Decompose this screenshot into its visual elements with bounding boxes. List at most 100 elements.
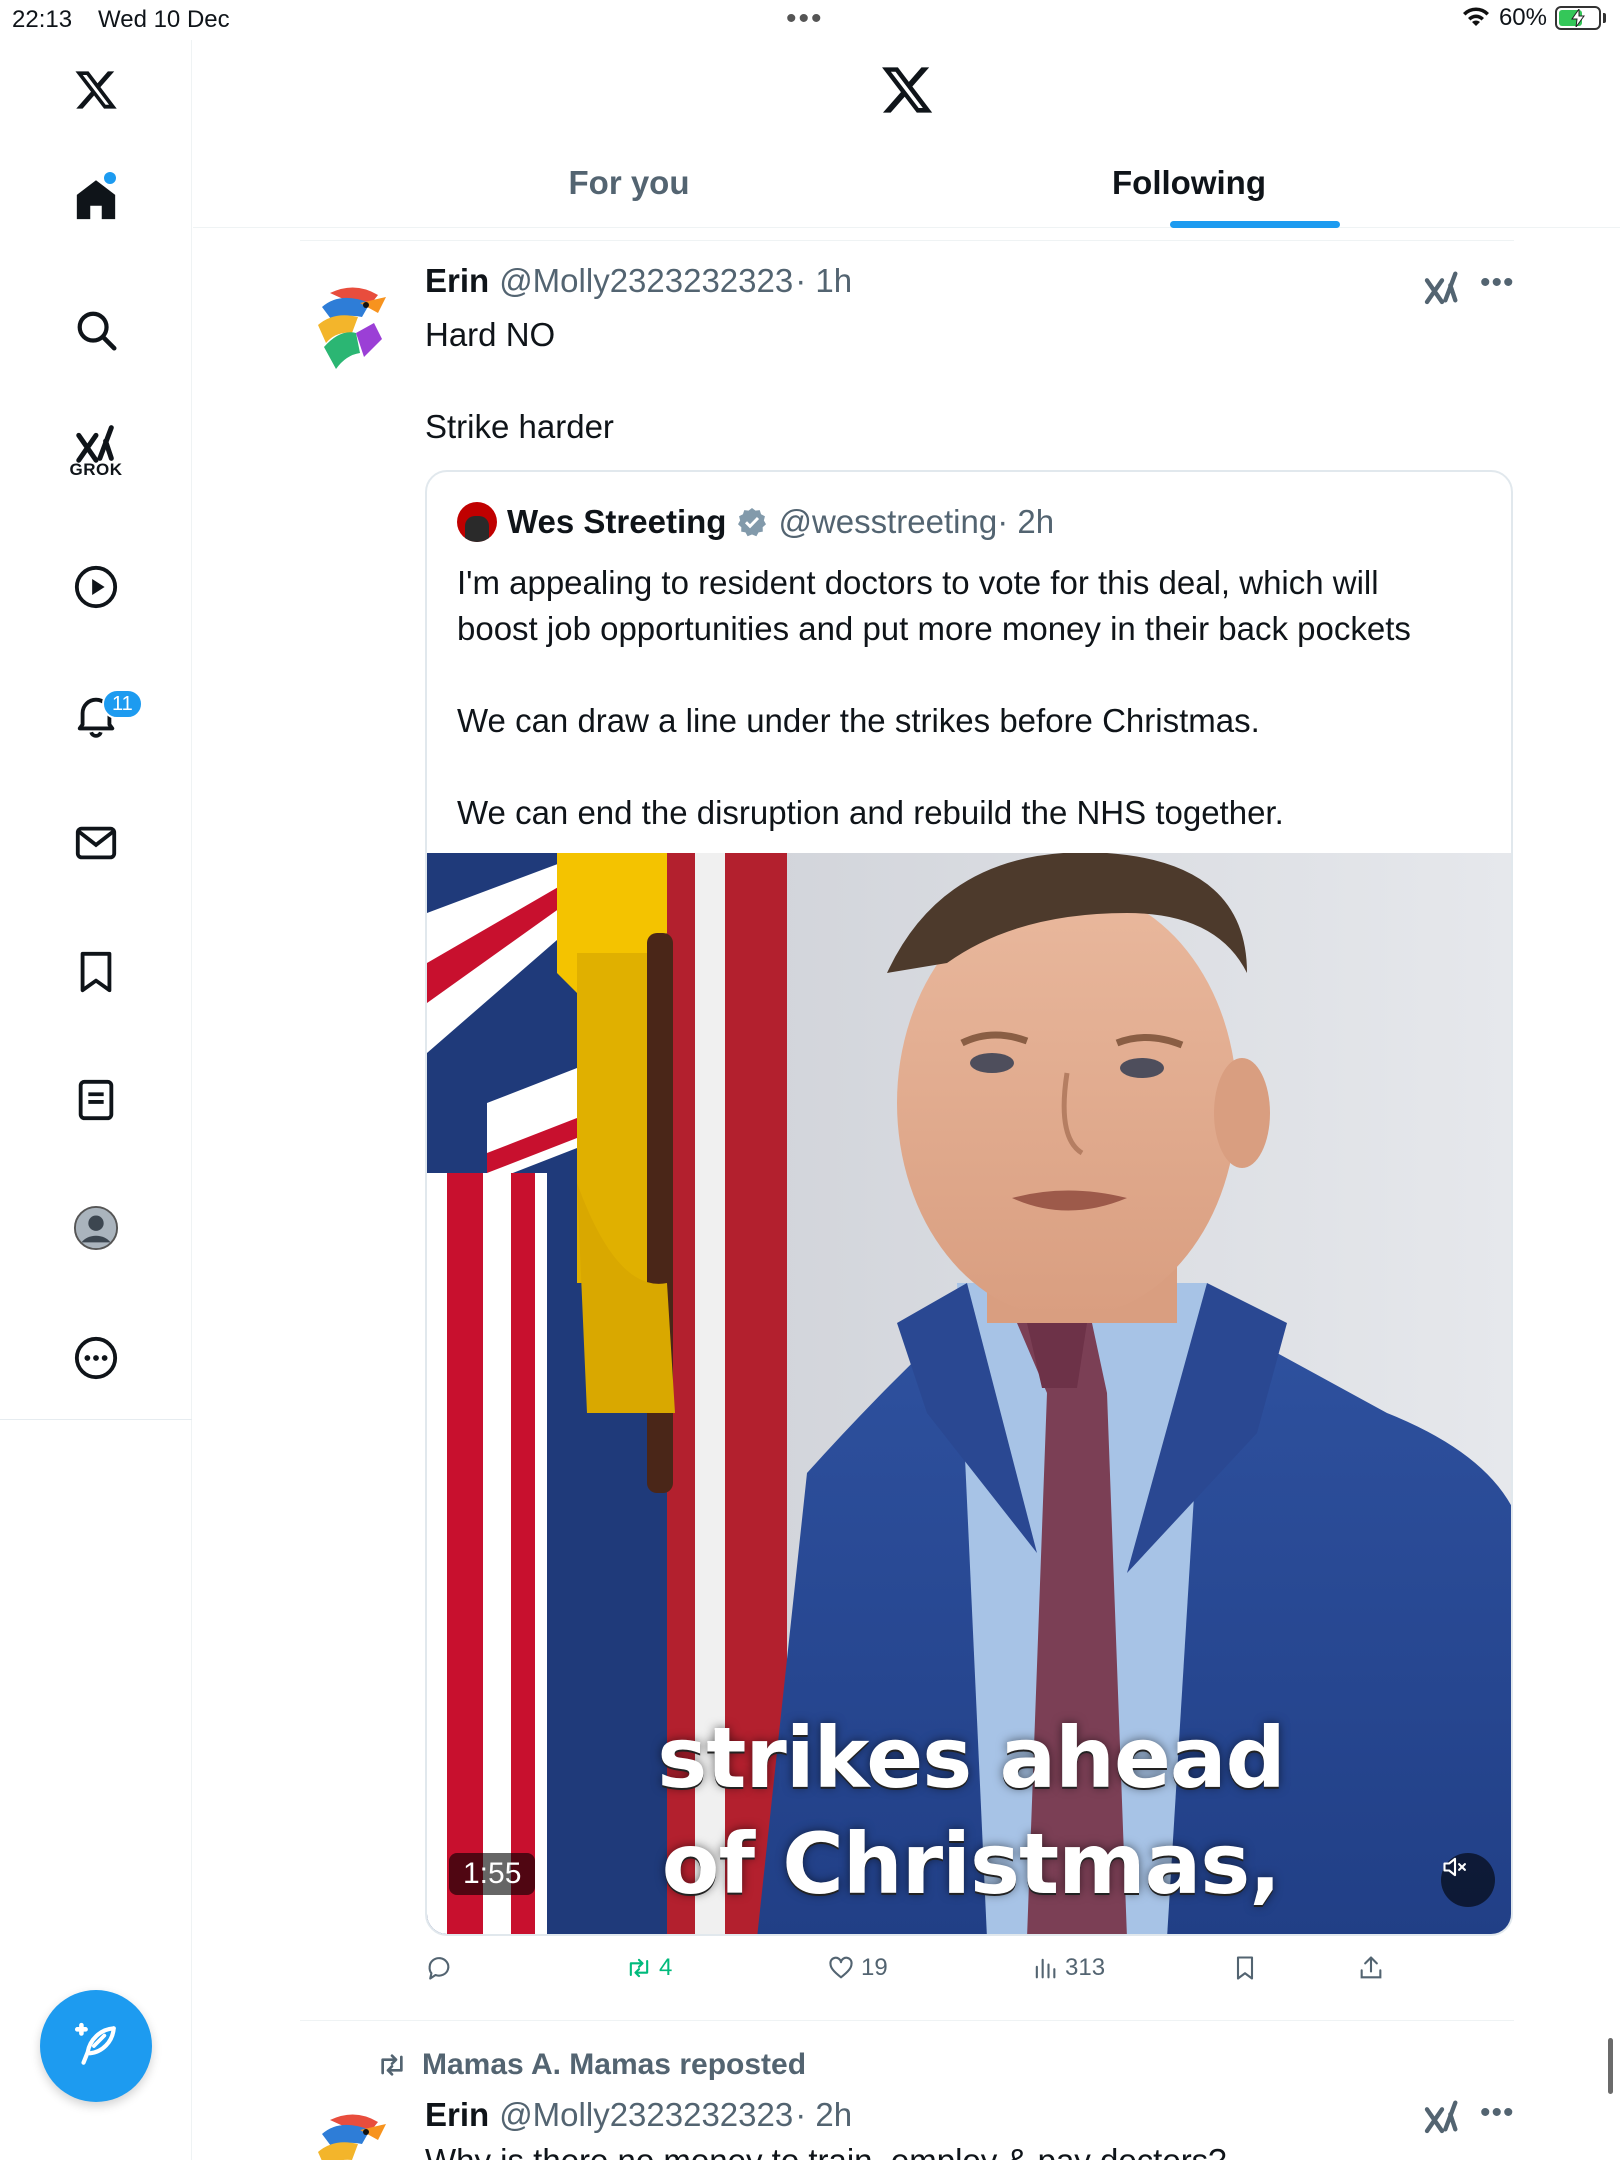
quoted-author-handle: @wesstreeting <box>778 503 998 540</box>
author-avatar[interactable] <box>300 2100 400 2160</box>
post-text-line: Strike harder <box>425 408 614 445</box>
status-time: 22:13 <box>12 6 73 33</box>
post-text-line: Hard NO <box>425 316 556 353</box>
post-header: Erin @Molly2323232323 · 2h <box>425 2096 852 2134</box>
reply-button[interactable] <box>425 1954 459 1982</box>
sidebar-item-more[interactable] <box>46 1308 146 1408</box>
compose-button[interactable] <box>40 1990 152 2102</box>
notifications-badge: 11 <box>102 689 143 719</box>
post-header: Erin @Molly2323232323 · 1h <box>425 262 852 300</box>
post-text: Why is there no money to train, employ &… <box>425 2138 1227 2160</box>
post-time[interactable]: · 2h <box>795 2096 852 2134</box>
sidebar-item-messages[interactable] <box>46 793 146 893</box>
bookmark-icon <box>1236 1956 1254 1980</box>
scroll-indicator[interactable] <box>1608 2038 1613 2094</box>
status-date: Wed 10 Dec <box>98 6 230 33</box>
share-button[interactable] <box>1357 1954 1385 1982</box>
reply-icon <box>428 1957 450 1980</box>
video-caption-line: strikes ahead <box>657 1709 1285 1807</box>
author-avatar[interactable] <box>300 273 400 373</box>
home-unread-dot <box>104 172 116 184</box>
play-icon <box>74 565 118 609</box>
mute-button[interactable] <box>1441 1853 1495 1907</box>
quoted-author-name: Wes Streeting <box>507 503 727 540</box>
heart-icon <box>829 1956 853 1979</box>
repost-icon <box>629 1958 649 1978</box>
mail-icon <box>75 826 117 860</box>
timeline-header: For you Following <box>193 40 1620 228</box>
home-icon <box>76 180 116 220</box>
tab-for-you[interactable]: For you <box>479 140 779 228</box>
more-options-icon[interactable]: ••• <box>1480 266 1515 300</box>
grok-explain-icon[interactable] <box>1422 2096 1462 2136</box>
post-text-line <box>425 358 614 404</box>
quoted-text-line <box>457 652 1487 698</box>
more-circle-icon <box>74 1336 118 1380</box>
sidebar-item-bookmarks[interactable] <box>46 922 146 1022</box>
like-count: 19 <box>861 1954 888 1981</box>
grok-label: GROK <box>69 460 123 479</box>
post-actions: 4 19 313 <box>425 1954 1513 1998</box>
share-icon <box>1360 1956 1382 1979</box>
quoted-post[interactable]: Wes Streeting @wesstreeting · 2h I'm app… <box>425 470 1513 1936</box>
video-player[interactable]: strikes ahead of Christmas, 1:55 <box>427 853 1511 1934</box>
battery-percent: 60% <box>1498 4 1547 31</box>
status-bar: 22:13 Wed 10 Dec ••• 60% <box>0 0 1620 40</box>
author-name[interactable]: Erin <box>425 2096 489 2134</box>
post-divider <box>300 2020 1514 2021</box>
sidebar-item-notifications[interactable]: 11 <box>46 665 146 765</box>
repost-count: 4 <box>659 1954 673 1981</box>
speaker-muted-icon <box>1443 1857 1466 1877</box>
view-count: 313 <box>1065 1954 1106 1981</box>
sidebar-item-grok[interactable]: GROK <box>46 402 146 502</box>
avatar-icon <box>73 1205 119 1251</box>
post-text: Hard NO Strike harder <box>425 312 614 450</box>
x-logo-icon[interactable] <box>879 62 935 118</box>
author-handle[interactable]: @Molly2323232323 <box>499 262 793 300</box>
x-logo-icon <box>75 71 117 109</box>
video-duration: 1:55 <box>449 1853 536 1895</box>
verified-badge-icon <box>738 508 767 537</box>
tab-following[interactable]: Following <box>1019 140 1359 228</box>
post-divider <box>300 240 1514 241</box>
post-text-line: Why is there no money to train, employ &… <box>425 2138 1227 2160</box>
quoted-post-header: Wes Streeting @wesstreeting · 2h <box>457 502 1054 542</box>
post-time[interactable]: · 1h <box>795 262 852 300</box>
quoted-text-line <box>457 744 1487 790</box>
quoted-text-line: boost job opportunities and put more mon… <box>457 610 1411 647</box>
search-icon <box>77 311 117 351</box>
analytics-icon <box>1035 1958 1056 1979</box>
views-button[interactable]: 313 <box>1031 1954 1105 1982</box>
grok-explain-icon[interactable] <box>1422 267 1462 307</box>
sidebar-item-articles[interactable] <box>46 1050 146 1150</box>
quoted-text-line: We can draw a line under the strikes bef… <box>457 702 1260 739</box>
like-button[interactable]: 19 <box>827 1954 888 1982</box>
quoted-post-time: · 2h <box>997 503 1055 540</box>
sidebar-item-home[interactable] <box>46 150 146 250</box>
wifi-icon <box>1462 7 1489 26</box>
bookmark-icon <box>80 951 112 993</box>
more-options-icon[interactable]: ••• <box>1480 2096 1515 2130</box>
document-icon <box>78 1079 114 1121</box>
video-caption-line: of Christmas, <box>661 1815 1281 1913</box>
sidebar-x-logo[interactable] <box>46 40 146 140</box>
sidebar-divider <box>0 1419 192 1420</box>
repost-label: Mamas A. Mamas reposted <box>422 2048 807 2081</box>
author-handle[interactable]: @Molly2323232323 <box>499 2096 793 2134</box>
sidebar: GROK 11 <box>0 40 192 2160</box>
battery-tip <box>1603 13 1606 23</box>
tab-selected-indicator <box>1170 221 1340 228</box>
multitasking-dots-icon[interactable]: ••• <box>786 2 824 36</box>
bookmark-button[interactable] <box>1231 1954 1259 1982</box>
repost-icon <box>381 2054 403 2076</box>
repost-button[interactable]: 4 <box>625 1954 672 1982</box>
repost-context[interactable]: Mamas A. Mamas reposted <box>376 2048 806 2082</box>
sidebar-item-videos[interactable] <box>46 537 146 637</box>
author-name[interactable]: Erin <box>425 262 489 300</box>
compose-feather-icon <box>74 2022 116 2065</box>
sidebar-item-profile[interactable] <box>46 1178 146 1278</box>
quoted-post-text: I'm appealing to resident doctors to vot… <box>457 560 1487 836</box>
sidebar-item-explore[interactable] <box>46 280 146 380</box>
quoted-text-line: I'm appealing to resident doctors to vot… <box>457 564 1379 601</box>
quoted-text-line: We can end the disruption and rebuild th… <box>457 794 1284 831</box>
